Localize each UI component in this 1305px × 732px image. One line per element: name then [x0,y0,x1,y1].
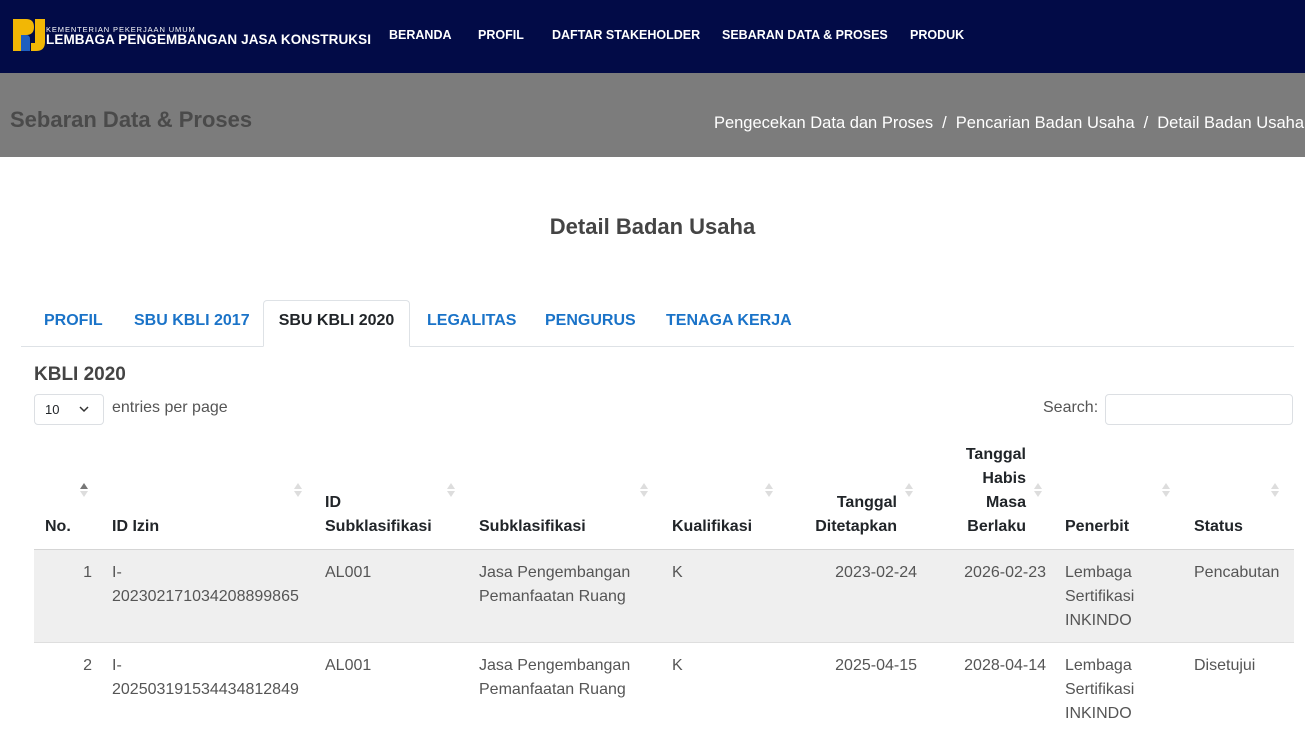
tab-sbu-kbli-2020[interactable]: SBU KBLI 2020 [263,300,410,347]
cell-tanggal-ditetapkan: 2025-04-15 [835,657,917,674]
tabs-divider [21,346,1294,347]
sort-arrows-icon[interactable] [1270,482,1280,498]
cell-subklasifikasi: Jasa Pengembangan Pemanfaatan Ruang [479,561,630,609]
cell-status: Disetujui [1194,657,1256,674]
cell-line: Pemanfaatan Ruang [479,588,626,605]
tab-sbu-kbli-2017[interactable]: SBU KBLI 2017 [134,312,250,330]
col-header-line: Tanggal [965,446,1026,463]
brand-title[interactable]: LEMBAGA PENGEMBANGAN JASA KONSTRUKSI [46,32,371,47]
tab-tenaga-kerja[interactable]: TENAGA KERJA [666,312,792,330]
col-header-id-subklasifikasi[interactable]: ID Subklasifikasi [325,491,432,539]
cell-id-izin: I- 202503191534434812849 [112,654,299,702]
breadcrumb-item-pengecekan[interactable]: Pengecekan Data dan Proses [714,114,933,132]
cell-line: Sertifikasi [1065,681,1135,698]
chevron-down-icon [79,406,89,413]
cell-subklasifikasi: Jasa Pengembangan Pemanfaatan Ruang [479,654,630,702]
tab-legalitas[interactable]: LEGALITAS [427,312,516,330]
cell-line: 20230217103420889986​5 [112,588,299,605]
col-header-subklasifikasi[interactable]: Subklasifikasi [479,515,586,539]
col-header-id-izin[interactable]: ID Izin [112,515,159,539]
sort-arrows-icon[interactable] [79,482,89,498]
sort-arrows-icon[interactable] [639,482,649,498]
table-title: KBLI 2020 [34,364,126,385]
cell-line: Pemanfaatan Ruang [479,681,626,698]
cell-id-subklasifikasi: AL001 [325,657,372,674]
cell-tanggal-habis: 2026-02-23 [964,564,1046,581]
tab-pengurus[interactable]: PENGURUS [545,312,636,330]
cell-penerbit: Lembaga Sertifikasi INKINDO [1065,561,1134,633]
search-label: Search: [1043,399,1099,416]
cell-line: Lembaga [1065,657,1132,674]
entries-value: 10 [45,402,60,417]
top-navbar: KEMENTERIAN PEKERJAAN UMUM LEMBAGA PENGE… [0,0,1305,73]
nav-produk[interactable]: PRODUK [910,28,964,42]
cell-status: Pencabutan [1194,564,1280,581]
cell-line: Jasa Pengembangan [479,564,631,581]
cell-line: Sertifikasi [1065,588,1135,605]
col-header-line: ID [325,494,341,511]
cell-line: INKINDO [1065,612,1132,629]
search-input[interactable] [1105,394,1293,425]
sort-arrows-icon[interactable] [764,482,774,498]
cell-line: Jasa Pengembangan [479,657,631,674]
breadcrumb-item-current: Detail Badan Usaha [1157,114,1304,132]
cell-line: I- [112,564,122,581]
cell-no: 1 [83,564,92,581]
page-title: Sebaran Data & Proses [10,107,253,132]
col-header-penerbit[interactable]: Penerbit [1065,515,1129,539]
cell-tanggal-ditetapkan: 2023-02-24 [835,564,917,581]
cell-line: 202503191534434812849 [112,681,299,698]
nav-sebaran-data-proses[interactable]: SEBARAN DATA & PROSES [722,28,888,42]
nav-daftar-stakeholder[interactable]: DAFTAR STAKEHOLDER [552,28,700,42]
cell-tanggal-habis: 2028-04-14 [964,657,1046,674]
page-header-band: Sebaran Data & Proses Pengecekan Data da… [0,73,1305,157]
sort-arrows-icon[interactable] [904,482,914,498]
sort-arrows-icon[interactable] [1033,482,1043,498]
entries-per-page-label: entries per page [112,399,228,416]
col-header-line: Subklasifikasi [325,518,432,535]
cell-penerbit: Lembaga Sertifikasi INKINDO [1065,654,1134,726]
col-header-no[interactable]: No. [45,515,71,539]
section-title: Detail Badan Usaha [549,214,756,239]
col-header-tanggal-habis[interactable]: Tanggal Habis Masa Berlaku [966,443,1026,539]
col-header-tanggal-ditetapkan[interactable]: Tanggal Ditetapkan [815,491,897,539]
sort-arrows-icon[interactable] [446,482,456,498]
col-header-line: Ditetapkan [815,518,897,535]
nav-profil[interactable]: PROFIL [478,28,524,42]
col-header-line: Habis [982,470,1026,487]
breadcrumb-separator: / [942,114,947,132]
col-header-status[interactable]: Status [1194,515,1243,539]
breadcrumb-separator: / [1143,114,1149,132]
sort-arrows-icon[interactable] [1161,482,1171,498]
entries-per-page-select[interactable]: 10 [34,394,104,425]
col-header-line: Tanggal [836,494,897,511]
cell-line: Lembaga [1065,564,1132,581]
breadcrumb: Pengecekan Data dan Proses / Pencarian Bad… [714,114,1304,133]
cell-id-subklasifikasi: AL001 [325,564,372,581]
pu-logo-icon[interactable] [12,18,46,52]
cell-line: INKINDO [1065,705,1132,722]
tab-profil[interactable]: PROFIL [44,312,103,330]
sort-arrows-icon[interactable] [293,482,303,498]
nav-beranda[interactable]: BERANDA [389,28,452,42]
col-header-line: Masa [985,494,1026,511]
cell-line: I- [112,657,122,674]
breadcrumb-item-pencarian[interactable]: Pencarian Badan Usaha [956,114,1135,132]
cell-kualifikasi: K [672,564,683,581]
cell-id-izin: I- 20230217103420889986​5 [112,561,299,609]
col-header-line: Berlaku [967,518,1026,535]
cell-no: 2 [83,657,92,674]
col-header-kualifikasi[interactable]: Kualifikasi [672,515,752,539]
cell-kualifikasi: K [672,657,683,674]
